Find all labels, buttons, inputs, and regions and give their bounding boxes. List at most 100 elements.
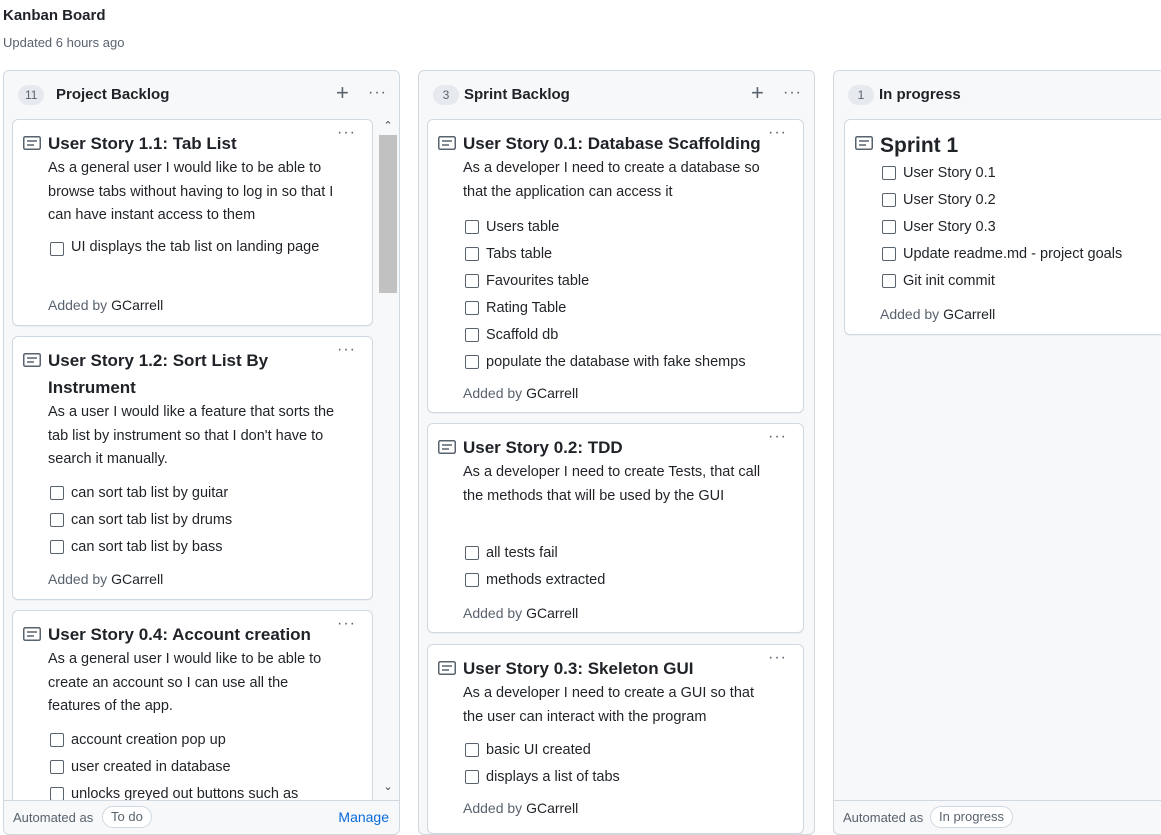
task-checkbox[interactable] bbox=[50, 733, 64, 747]
column-title: Sprint Backlog bbox=[464, 86, 570, 103]
task-checkbox[interactable] bbox=[882, 193, 896, 207]
task-checkbox[interactable] bbox=[882, 274, 896, 288]
author-link[interactable]: GCarrell bbox=[943, 306, 995, 322]
note-icon bbox=[23, 136, 41, 150]
task-checkbox[interactable] bbox=[50, 540, 64, 554]
task-checkbox[interactable] bbox=[50, 242, 64, 256]
card-description: As a developer I need to create a databa… bbox=[463, 160, 760, 200]
task-item: can sort tab list by bass bbox=[50, 534, 362, 561]
added-by: Added by GCarrell bbox=[463, 605, 578, 621]
card-more-icon[interactable]: ··· bbox=[768, 428, 787, 446]
card-more-icon[interactable]: ··· bbox=[768, 649, 787, 667]
item-count-badge: 1 bbox=[848, 85, 874, 105]
column-in-progress: 1 In progress Sprint 1 User Story 0.1 Us… bbox=[833, 70, 1161, 835]
added-by-label: Added by bbox=[463, 800, 523, 816]
task-checkbox[interactable] bbox=[50, 513, 64, 527]
task-item: populate the database with fake shemps bbox=[465, 349, 793, 376]
issue-card[interactable]: User Story 0.1: Database Scaffolding ···… bbox=[427, 119, 804, 413]
task-checkbox[interactable] bbox=[882, 247, 896, 261]
board-title: Kanban Board bbox=[3, 7, 106, 24]
task-checkbox[interactable] bbox=[465, 546, 479, 560]
task-checkbox[interactable] bbox=[465, 301, 479, 315]
task-label: all tests fail bbox=[486, 545, 558, 561]
added-by-label: Added by bbox=[48, 297, 108, 313]
task-label: Update readme.md - project goals bbox=[903, 246, 1123, 262]
card-title[interactable]: User Story 0.3: Skeleton GUI bbox=[463, 655, 763, 682]
card-title[interactable]: Sprint 1 bbox=[880, 132, 1135, 159]
card-more-icon[interactable]: ··· bbox=[337, 615, 356, 633]
task-checkbox[interactable] bbox=[465, 770, 479, 784]
task-checkbox[interactable] bbox=[882, 166, 896, 180]
task-item: Update readme.md - project goals bbox=[882, 241, 1161, 268]
task-checkbox[interactable] bbox=[465, 355, 479, 369]
card-more-icon[interactable]: ··· bbox=[768, 124, 787, 142]
task-checkbox[interactable] bbox=[465, 274, 479, 288]
task-item: Rating Table bbox=[465, 295, 793, 322]
issue-card[interactable]: Sprint 1 User Story 0.1 User Story 0.2 U… bbox=[844, 119, 1161, 335]
issue-card[interactable]: User Story 1.2: Sort List By Instrument … bbox=[12, 336, 373, 600]
author-link[interactable]: GCarrell bbox=[111, 571, 163, 587]
card-title[interactable]: User Story 1.2: Sort List By Instrument bbox=[48, 347, 332, 401]
task-label: Favourites table bbox=[486, 273, 590, 289]
added-by-label: Added by bbox=[463, 605, 523, 621]
task-checkbox[interactable] bbox=[465, 743, 479, 757]
task-checkbox[interactable] bbox=[465, 573, 479, 587]
task-label: Users table bbox=[486, 219, 560, 235]
task-checkbox[interactable] bbox=[465, 247, 479, 261]
column-header: 11 Project Backlog + ··· bbox=[4, 71, 399, 117]
added-by: Added by GCarrell bbox=[463, 800, 578, 816]
task-label: can sort tab list by drums bbox=[71, 512, 233, 528]
note-icon bbox=[438, 661, 456, 675]
task-checkbox[interactable] bbox=[50, 787, 64, 800]
task-label: UI displays the tab list on landing page bbox=[71, 239, 320, 255]
column-more-icon[interactable]: ··· bbox=[783, 81, 802, 105]
task-checkbox[interactable] bbox=[50, 760, 64, 774]
card-title[interactable]: User Story 0.1: Database Scaffolding bbox=[463, 130, 769, 157]
issue-card[interactable]: User Story 0.4: Account creation ··· As … bbox=[12, 610, 373, 800]
column-sprint-backlog: 3 Sprint Backlog + ··· User Story 0.1: D… bbox=[418, 70, 815, 835]
card-title[interactable]: User Story 1.1: Tab List bbox=[48, 130, 332, 157]
task-label: Tabs table bbox=[486, 246, 553, 262]
note-icon bbox=[23, 353, 41, 367]
column-header: 3 Sprint Backlog + ··· bbox=[419, 71, 814, 117]
scrollbar-thumb[interactable] bbox=[379, 135, 397, 293]
task-item: Tabs table bbox=[465, 241, 793, 268]
issue-card[interactable]: User Story 0.3: Skeleton GUI ··· As a de… bbox=[427, 644, 804, 834]
author-link[interactable]: GCarrell bbox=[526, 385, 578, 401]
chevron-down-icon[interactable]: ⌄ bbox=[379, 780, 397, 794]
issue-card[interactable]: User Story 1.1: Tab List ··· As a genera… bbox=[12, 119, 373, 326]
automated-as-label: Automated as bbox=[843, 810, 924, 825]
column-more-icon[interactable]: ··· bbox=[368, 81, 387, 105]
task-item: displays a list of tabs bbox=[465, 764, 793, 791]
task-label: Git init commit bbox=[903, 273, 995, 289]
added-by: Added by GCarrell bbox=[48, 297, 163, 313]
add-item-icon[interactable]: + bbox=[336, 81, 349, 105]
column-footer: Automated as To do Manage bbox=[4, 800, 399, 834]
task-checkbox[interactable] bbox=[50, 486, 64, 500]
added-by: Added by GCarrell bbox=[463, 385, 578, 401]
card-description: As a developer I need to create Tests, t… bbox=[463, 464, 761, 504]
task-label: unlocks greyed out buttons such as bbox=[71, 786, 299, 800]
card-title[interactable]: User Story 0.4: Account creation bbox=[48, 621, 332, 648]
task-checkbox[interactable] bbox=[882, 220, 896, 234]
manage-link[interactable]: Manage bbox=[338, 809, 389, 825]
author-link[interactable]: GCarrell bbox=[526, 605, 578, 621]
task-item: Git init commit bbox=[882, 268, 1161, 295]
note-icon bbox=[23, 627, 41, 641]
task-checkbox[interactable] bbox=[465, 328, 479, 342]
column-cards: User Story 1.1: Tab List ··· As a genera… bbox=[12, 117, 373, 800]
card-description: As a user I would like a feature that so… bbox=[48, 404, 335, 467]
issue-card[interactable]: User Story 0.2: TDD ··· As a developer I… bbox=[427, 423, 804, 633]
card-title[interactable]: User Story 0.2: TDD bbox=[463, 434, 763, 461]
card-more-icon[interactable]: ··· bbox=[337, 341, 356, 359]
task-checkbox[interactable] bbox=[465, 220, 479, 234]
author-link[interactable]: GCarrell bbox=[526, 800, 578, 816]
column-scrollbar[interactable]: ⌃ ⌄ bbox=[379, 119, 397, 794]
card-description: As a general user I would like to be abl… bbox=[48, 160, 334, 223]
author-link[interactable]: GCarrell bbox=[111, 297, 163, 313]
chevron-up-icon[interactable]: ⌃ bbox=[379, 119, 397, 133]
add-item-icon[interactable]: + bbox=[751, 81, 764, 105]
task-item: Scaffold db bbox=[465, 322, 793, 349]
card-more-icon[interactable]: ··· bbox=[337, 124, 356, 142]
task-label: populate the database with fake shemps bbox=[486, 354, 746, 370]
